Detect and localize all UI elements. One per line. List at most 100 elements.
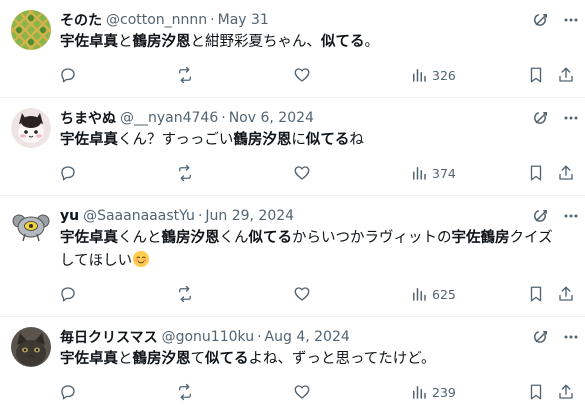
text-bold: 宇佐卓真 — [60, 351, 118, 367]
avatar[interactable] — [11, 10, 51, 50]
repost-icon — [179, 66, 191, 84]
views-button[interactable]: 625 — [410, 283, 456, 305]
bookmark-icon — [530, 165, 542, 181]
bookmark-button[interactable] — [527, 64, 545, 86]
timestamp[interactable]: May 31 — [218, 12, 269, 28]
more-options-icon[interactable] — [563, 328, 579, 346]
separator-dot: · — [257, 329, 262, 345]
like-button[interactable] — [293, 162, 311, 184]
repost-button[interactable] — [176, 381, 194, 403]
reply-button[interactable] — [59, 64, 77, 86]
views-button[interactable]: 326 — [410, 64, 456, 86]
repost-button[interactable] — [176, 283, 194, 305]
smiling-face-emoji-icon — [132, 250, 150, 268]
avatar[interactable] — [11, 108, 51, 148]
repost-icon — [179, 164, 191, 182]
tweet-text: 宇佐卓真と鶴房汐恩て似てるよね、ずっと思ってたけど。 — [60, 348, 580, 371]
grok-icon[interactable] — [532, 207, 550, 225]
reply-button[interactable] — [59, 162, 77, 184]
text-bold: 似てる — [321, 34, 365, 50]
handle[interactable]: @__nyan4746 — [120, 110, 218, 126]
text-part: クイズ — [509, 230, 553, 246]
text-bold: 宇佐鶴房 — [451, 230, 510, 246]
share-button[interactable] — [557, 283, 575, 305]
avatar[interactable] — [11, 327, 51, 367]
dark-cat-avatar-icon — [11, 327, 51, 367]
grok-icon[interactable] — [532, 328, 550, 346]
views-button[interactable]: 239 — [410, 381, 456, 403]
tweet-header: そのた @cotton_nnnn · May 31 — [60, 10, 269, 30]
share-button[interactable] — [557, 381, 575, 403]
tweet[interactable]: そのた @cotton_nnnn · May 31 宇佐卓真と鶴房汐恩と紺野彩夏… — [0, 0, 585, 97]
reply-icon — [61, 385, 75, 400]
text-bold: 鶴房汐恩 — [132, 351, 191, 367]
reply-button[interactable] — [59, 283, 77, 305]
reply-icon — [61, 287, 75, 302]
heart-icon — [294, 68, 310, 82]
tweet[interactable]: ちまやぬ @__nyan4746 · Nov 6, 2024 宇佐卓真くん？すっ… — [0, 98, 585, 195]
tweet-header: 毎日クリスマス @gonu110ku · Aug 4, 2024 — [60, 327, 350, 347]
text-bold: 似てる — [248, 230, 293, 246]
text-bold: 宇佐卓真 — [60, 230, 118, 246]
repost-button[interactable] — [176, 162, 194, 184]
timestamp[interactable]: Jun 29, 2024 — [205, 208, 294, 224]
heart-icon — [294, 385, 310, 399]
bookmark-button[interactable] — [527, 283, 545, 305]
grok-icon[interactable] — [532, 109, 550, 127]
text-part: よね、ずっと思ってたけど。 — [248, 351, 436, 367]
text-bold: 似てる — [205, 351, 249, 367]
display-name[interactable]: そのた — [60, 10, 102, 30]
display-name[interactable]: 毎日クリスマス — [60, 327, 158, 347]
text-bold: 宇佐卓真 — [60, 132, 118, 148]
green-lattice-avatar-icon — [11, 10, 51, 50]
more-options-icon[interactable] — [563, 11, 579, 29]
text-part: くん？すっっごい — [118, 132, 234, 148]
share-icon — [559, 286, 573, 301]
avatar[interactable] — [11, 206, 51, 246]
like-button[interactable] — [293, 64, 311, 86]
reply-icon — [61, 166, 75, 181]
action-bar: 625 — [0, 283, 585, 307]
share-icon — [559, 67, 573, 82]
handle[interactable]: @SaaanaaastYu — [83, 208, 195, 224]
reply-button[interactable] — [59, 381, 77, 403]
grok-icon[interactable] — [532, 11, 550, 29]
text-part: と紺野彩夏ちゃん、 — [190, 34, 322, 50]
text-bold: 宇佐卓真 — [60, 34, 118, 50]
display-name[interactable]: yu — [60, 208, 79, 224]
views-count: 239 — [432, 384, 456, 400]
bookmark-button[interactable] — [527, 381, 545, 403]
separator-dot: · — [221, 110, 226, 126]
action-bar: 326 — [0, 64, 585, 88]
tweet[interactable]: 毎日クリスマス @gonu110ku · Aug 4, 2024 宇佐卓真と鶴房… — [0, 317, 585, 413]
text-part: ね — [349, 132, 364, 148]
tweet[interactable]: yu @SaaanaaastYu · Jun 29, 2024 宇佐卓真くんと鶴… — [0, 196, 585, 316]
views-button[interactable]: 374 — [410, 162, 456, 184]
timestamp[interactable]: Nov 6, 2024 — [229, 110, 314, 126]
text-part: くんと — [118, 230, 162, 246]
text-bold: 鶴房汐恩 — [161, 230, 220, 246]
repost-button[interactable] — [176, 64, 194, 86]
more-options-icon[interactable] — [563, 207, 579, 225]
text-part: に — [291, 132, 306, 148]
heart-icon — [294, 166, 310, 180]
text-bold: 鶴房汐恩 — [132, 34, 191, 50]
action-bar: 239 — [0, 381, 585, 405]
text-part: からいつかラヴィットの — [292, 230, 452, 246]
display-name[interactable]: ちまやぬ — [60, 108, 116, 128]
share-button[interactable] — [557, 64, 575, 86]
like-button[interactable] — [293, 283, 311, 305]
bookmark-button[interactable] — [527, 162, 545, 184]
handle[interactable]: @cotton_nnnn — [106, 12, 207, 28]
separator-dot: · — [197, 208, 203, 224]
tweet-text: 宇佐卓真くん？すっっごい鶴房汐恩に似てるね — [60, 129, 580, 152]
handle[interactable]: @gonu110ku — [162, 329, 254, 345]
tweet-header: ちまやぬ @__nyan4746 · Nov 6, 2024 — [60, 108, 314, 128]
like-button[interactable] — [293, 381, 311, 403]
share-button[interactable] — [557, 162, 575, 184]
action-bar: 374 — [0, 162, 585, 186]
more-options-icon[interactable] — [563, 109, 579, 127]
text-part: してほしい — [60, 253, 133, 269]
timestamp[interactable]: Aug 4, 2024 — [265, 329, 350, 345]
tweet-text: 宇佐卓真くんと鶴房汐恩くん似てるからいつかラヴィットの宇佐鶴房クイズ してほしい — [60, 227, 580, 273]
